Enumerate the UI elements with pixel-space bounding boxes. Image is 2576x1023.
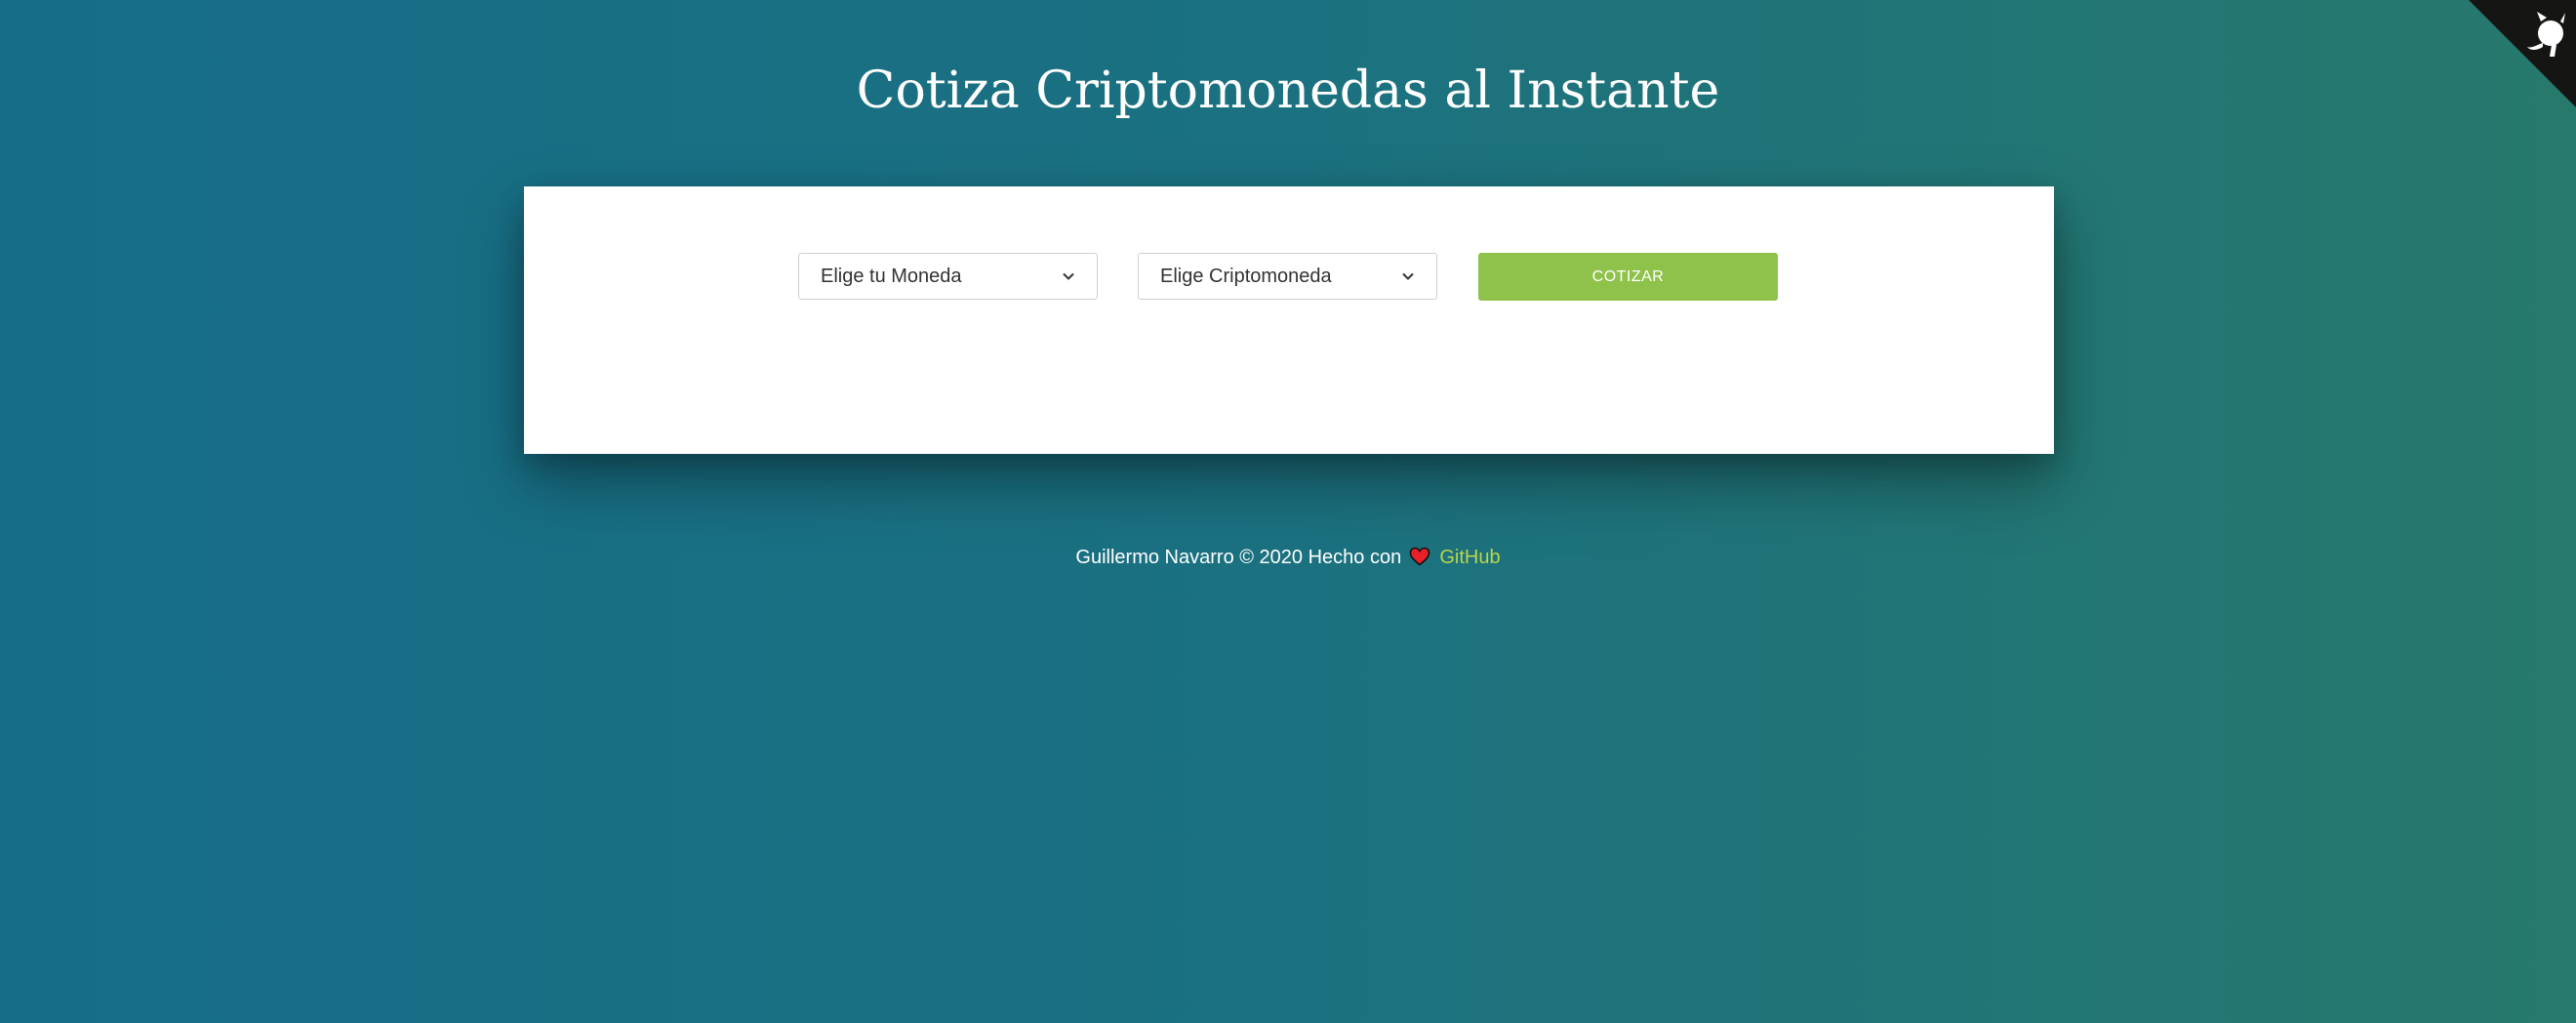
footer-text: Guillermo Navarro © 2020 Hecho con <box>1075 547 1402 568</box>
footer: Guillermo Navarro © 2020 Hecho con GitHu… <box>0 543 2576 572</box>
currency-select[interactable]: Elige tu Moneda <box>798 253 1098 300</box>
github-corner[interactable] <box>2469 0 2576 107</box>
github-link[interactable]: GitHub <box>1439 547 1500 568</box>
currency-select-value: Elige tu Moneda <box>821 265 962 287</box>
page-title: Cotiza Criptomonedas al Instante <box>856 61 1720 120</box>
github-octocat-icon <box>2527 12 2565 57</box>
quote-form-card: Elige tu Moneda Elige Criptomoneda COTIZ… <box>524 186 2054 454</box>
heart-icon <box>1409 547 1430 566</box>
chevron-down-icon <box>1402 272 1414 280</box>
chevron-down-icon <box>1063 272 1074 280</box>
crypto-select-wrapper: Elige Criptomoneda <box>1138 253 1437 300</box>
crypto-select[interactable]: Elige Criptomoneda <box>1138 253 1437 300</box>
crypto-select-value: Elige Criptomoneda <box>1160 265 1332 287</box>
currency-select-wrapper: Elige tu Moneda <box>798 253 1098 300</box>
cotizar-button[interactable]: COTIZAR <box>1478 253 1778 301</box>
